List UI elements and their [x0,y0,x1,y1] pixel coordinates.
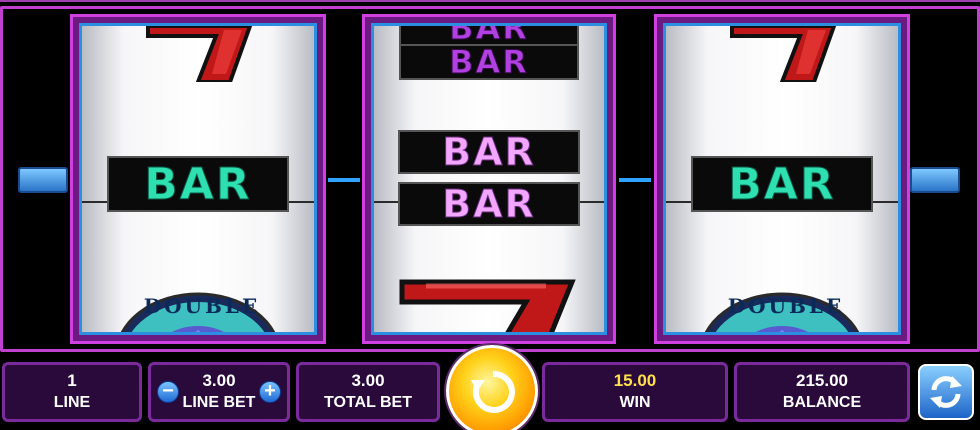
reel-right: BAR DOUBLE [654,14,910,344]
win-label: WIN [619,394,651,411]
bar-symbol: BAR [691,156,873,212]
emblem-text: DOUBLE [727,294,845,318]
spin-button[interactable] [446,345,538,430]
balance-value: 215.00 [796,371,848,390]
increase-bet-button[interactable]: + [259,381,281,403]
line-bet-value: 3.00 [202,371,236,390]
payline-dash [619,178,651,182]
seven-icon [730,26,837,82]
reel-left-strip: BAR DOUBLE [79,23,317,335]
total-bet-label: TOTAL BET [324,394,412,411]
balance-box: 215.00 BALANCE [734,362,910,422]
autoplay-button[interactable] [918,364,974,420]
line-label: LINE [53,394,91,411]
payline-dash [328,178,360,182]
spin-refresh-icon [471,370,515,413]
payline-marker-right [910,167,960,193]
payline-marker-left [18,167,68,193]
slot-machine: BAR DOUBLE BAR BAR BAR BAR BAR DOUBLE [0,0,980,355]
win-value: 15.00 [613,371,657,390]
line-value: 1 [67,371,77,390]
reel-right-strip: BAR DOUBLE [663,23,901,335]
total-bet-box: 3.00 TOTAL BET [296,362,440,422]
reel-middle-strip: BAR BAR BAR BAR [371,23,607,335]
bar-symbol: BAR [398,182,580,227]
bar-symbol: BAR [107,156,289,212]
seven-icon [399,279,576,332]
emblem-text: DOUBLE [143,294,261,318]
autoplay-cycle-icon [930,376,962,408]
total-bet-value: 3.00 [351,371,385,390]
balance-label: BALANCE [782,394,862,411]
line-bet-label: LINE BET [182,394,256,411]
reel-middle: BAR BAR BAR BAR [362,14,616,344]
reel-left: BAR DOUBLE [70,14,326,344]
bar-symbol: BAR [399,43,579,82]
win-box: 15.00 WIN [542,362,728,422]
line-box[interactable]: 1 LINE [2,362,142,422]
bar-symbol: BAR [398,130,580,175]
seven-icon [146,26,253,82]
line-bet-box: 3.00 LINE BET − + [148,362,290,422]
decrease-bet-button[interactable]: − [157,381,179,403]
